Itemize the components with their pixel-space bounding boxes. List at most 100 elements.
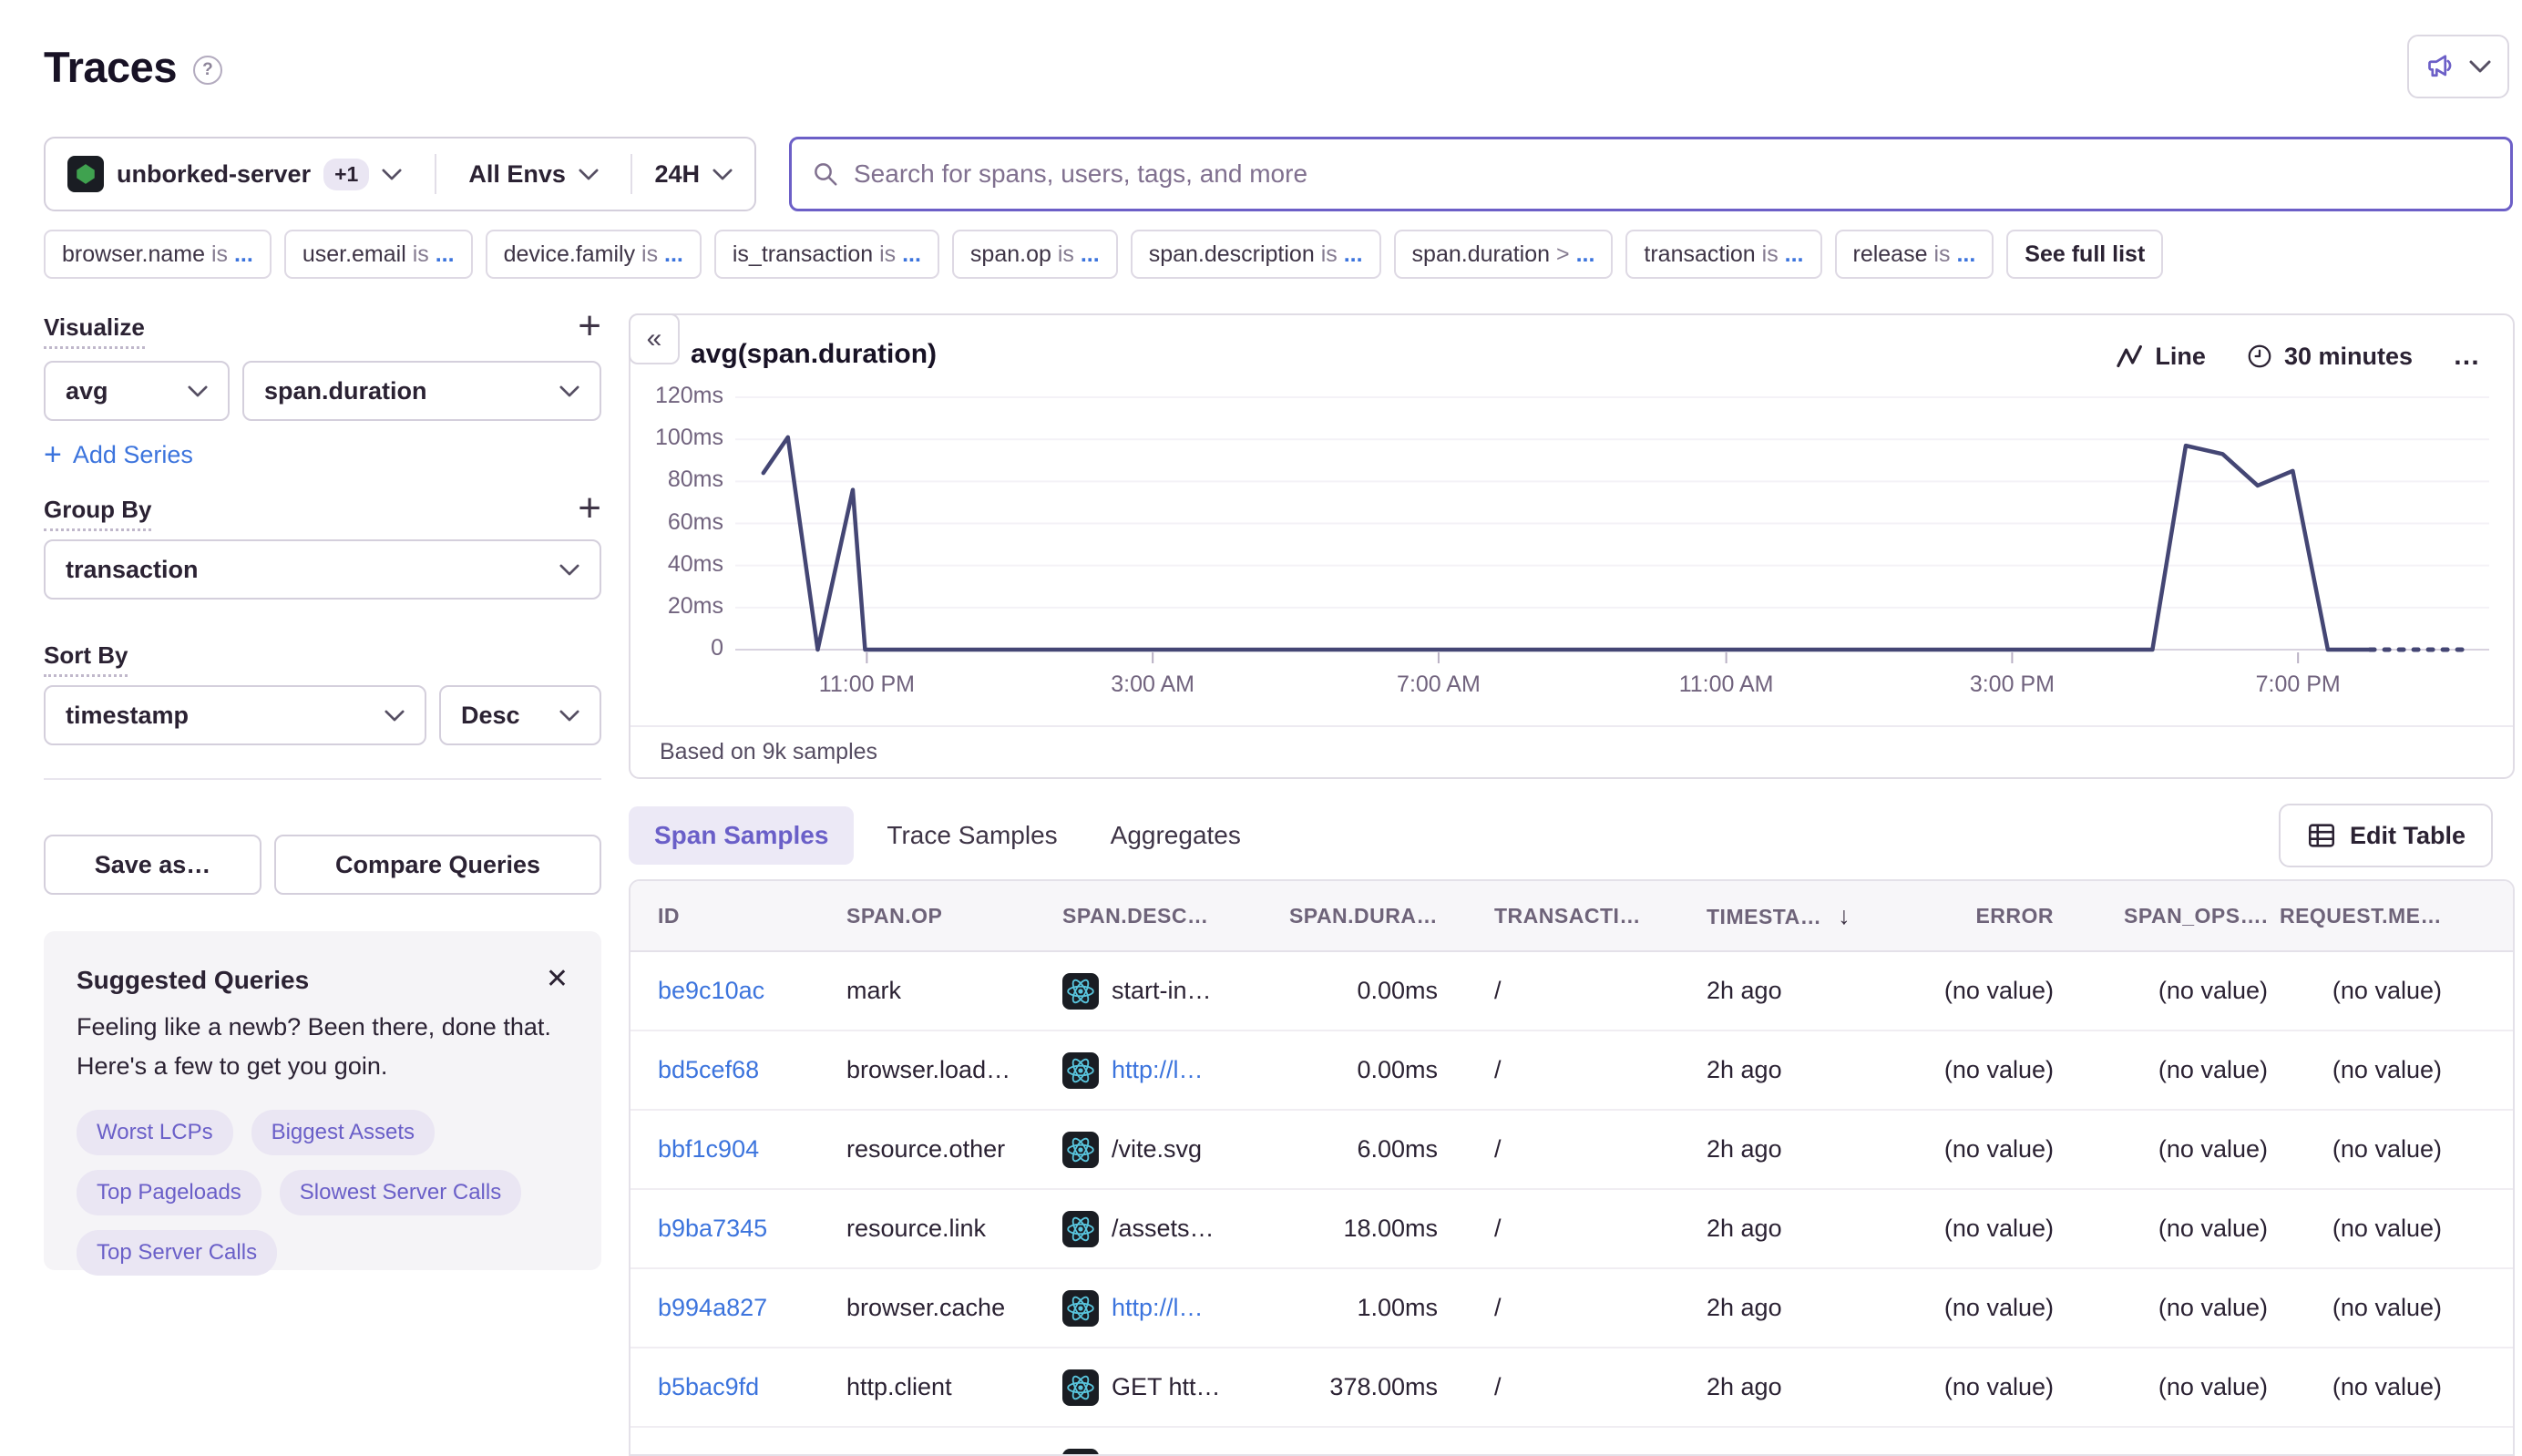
column-header[interactable]: ID xyxy=(658,904,846,928)
date-range-selector[interactable]: 24H xyxy=(632,138,754,210)
chart-type-button[interactable]: Line xyxy=(2117,343,2206,371)
sort-field-select[interactable]: timestamp xyxy=(44,685,426,745)
chevron-down-icon xyxy=(559,385,579,397)
span-id-link[interactable]: b41bfb26 xyxy=(658,1452,761,1456)
chart-interval-button[interactable]: 30 minutes xyxy=(2246,343,2413,371)
cell-span-op: resource.ifra… xyxy=(846,1452,1062,1456)
sort-direction-value: Desc xyxy=(461,702,520,730)
column-header[interactable]: TRANSACTI… xyxy=(1438,904,1707,928)
cell-timestamp: 2h ago xyxy=(1707,1056,1932,1084)
chip-value: ... xyxy=(1785,241,1804,268)
y-axis-label: 120ms xyxy=(630,383,723,409)
timestamp-value[interactable]: 2h ago xyxy=(1707,1452,1782,1456)
span-description-text[interactable]: https://… xyxy=(1112,1452,1210,1456)
save-as-button[interactable]: Save as… xyxy=(44,835,261,895)
suggested-query-pill[interactable]: Slowest Server Calls xyxy=(280,1170,521,1215)
tab-aggregates[interactable]: Aggregates xyxy=(1091,806,1261,865)
column-header[interactable]: TIMESTA…↓ xyxy=(1707,902,1932,930)
chip-key: browser.name xyxy=(62,241,205,268)
filter-chip-release[interactable]: release is ... xyxy=(1835,230,1994,279)
timestamp-value[interactable]: 2h ago xyxy=(1707,977,1782,1005)
span-description-text[interactable]: start-in… xyxy=(1112,977,1212,1005)
cell-request-method: (no value) xyxy=(2268,977,2442,1005)
add-group-by-button[interactable]: + xyxy=(578,488,601,528)
edit-table-button[interactable]: Edit Table xyxy=(2279,804,2493,867)
timestamp-value[interactable]: 2h ago xyxy=(1707,1056,1782,1084)
span-description-text[interactable]: http://l… xyxy=(1112,1056,1204,1084)
chip-key: release xyxy=(1853,241,1928,268)
field-select[interactable]: span.duration xyxy=(242,361,601,421)
sort-desc-icon[interactable]: ↓ xyxy=(1838,902,1850,929)
project-selector[interactable]: unborked-server +1 xyxy=(46,138,435,210)
table-row: bbf1c904resource.other/vite.svg6.00ms/2h… xyxy=(630,1111,2513,1190)
suggested-query-pill[interactable]: Top Server Calls xyxy=(77,1230,277,1276)
chart-plot-area[interactable] xyxy=(735,384,2489,666)
filter-chip-span.description[interactable]: span.description is ... xyxy=(1131,230,1381,279)
compare-queries-button[interactable]: Compare Queries xyxy=(274,835,601,895)
timestamp-value[interactable]: 2h ago xyxy=(1707,1215,1782,1243)
cell-error: (no value) xyxy=(1932,1215,2054,1243)
column-header[interactable]: ERROR xyxy=(1932,904,2054,928)
span-description-text[interactable]: /assets… xyxy=(1112,1215,1215,1243)
span-id-link[interactable]: b994a827 xyxy=(658,1294,767,1321)
chip-operator: is xyxy=(873,241,902,268)
timestamp-value[interactable]: 2h ago xyxy=(1707,1294,1782,1322)
add-series-button[interactable]: + Add Series xyxy=(44,437,601,473)
filter-chip-browser.name[interactable]: browser.name is ... xyxy=(44,230,272,279)
sort-direction-select[interactable]: Desc xyxy=(439,685,601,745)
group-by-select[interactable]: transaction xyxy=(44,539,601,600)
search-input[interactable] xyxy=(854,159,2490,189)
megaphone-icon xyxy=(2425,50,2458,83)
cell-span-description: start-in… xyxy=(1062,973,1280,1010)
whats-new-button[interactable] xyxy=(2407,35,2509,98)
suggested-query-pill[interactable]: Worst LCPs xyxy=(77,1110,233,1155)
filter-chip-span.duration[interactable]: span.duration > ... xyxy=(1394,230,1614,279)
cell-transaction: / xyxy=(1438,1056,1707,1084)
react-icon xyxy=(1062,1369,1099,1406)
chip-operator: > xyxy=(1550,241,1576,268)
span-description-text[interactable]: GET htt… xyxy=(1112,1373,1221,1401)
timestamp-value[interactable]: 2h ago xyxy=(1707,1135,1782,1164)
collapse-sidebar-button[interactable]: « xyxy=(629,313,680,364)
span-id-link[interactable]: be9c10ac xyxy=(658,977,764,1004)
close-icon[interactable]: ✕ xyxy=(546,966,569,993)
filter-chip-device.family[interactable]: device.family is ... xyxy=(486,230,702,279)
span-id-link[interactable]: bbf1c904 xyxy=(658,1135,759,1163)
timestamp-value[interactable]: 2h ago xyxy=(1707,1373,1782,1401)
aggregate-select[interactable]: avg xyxy=(44,361,230,421)
group-by-value: transaction xyxy=(66,556,199,584)
filter-chip-user.email[interactable]: user.email is ... xyxy=(284,230,473,279)
cell-request-method: (no value) xyxy=(2268,1373,2442,1401)
column-header[interactable]: REQUEST.ME… xyxy=(2268,904,2442,928)
cell-span-description: https://… xyxy=(1062,1449,1280,1456)
cell-span-op: http.client xyxy=(846,1373,1062,1401)
span-description-text[interactable]: http://l… xyxy=(1112,1294,1204,1322)
column-header[interactable]: SPAN_OPS…. xyxy=(2054,904,2268,928)
add-series-label: Add Series xyxy=(73,441,193,469)
chart-overflow-menu[interactable]: … xyxy=(2453,341,2482,372)
span-id-link[interactable]: bd5cef68 xyxy=(658,1056,759,1083)
help-icon[interactable]: ? xyxy=(193,56,222,85)
tab-trace-samples[interactable]: Trace Samples xyxy=(866,806,1077,865)
see-full-list-button[interactable]: See full list xyxy=(2006,230,2163,279)
column-header[interactable]: SPAN.OP xyxy=(846,904,1062,928)
tab-span-samples[interactable]: Span Samples xyxy=(629,806,854,865)
filter-chip-span.op[interactable]: span.op is ... xyxy=(952,230,1118,279)
suggested-query-pill[interactable]: Top Pageloads xyxy=(77,1170,261,1215)
date-range-value: 24H xyxy=(654,160,700,189)
filter-chip-is_transaction[interactable]: is_transaction is ... xyxy=(714,230,939,279)
span-description-text[interactable]: /vite.svg xyxy=(1112,1135,1202,1164)
column-header[interactable]: SPAN.DESC… xyxy=(1062,904,1280,928)
chip-operator: is xyxy=(1315,241,1344,268)
column-header[interactable]: SPAN.DURA… xyxy=(1280,904,1438,928)
search-bar[interactable] xyxy=(789,137,2513,211)
add-visualize-button[interactable]: + xyxy=(578,306,601,346)
filter-chip-transaction[interactable]: transaction is ... xyxy=(1625,230,1821,279)
span-id-link[interactable]: b9ba7345 xyxy=(658,1215,767,1242)
cell-error: (no value) xyxy=(1932,1135,2054,1164)
environment-value: All Envs xyxy=(468,160,566,189)
environment-selector[interactable]: All Envs xyxy=(436,138,631,210)
span-id-link[interactable]: b5bac9fd xyxy=(658,1373,759,1400)
suggested-query-pill[interactable]: Biggest Assets xyxy=(251,1110,435,1155)
cell-span-duration: 1.00ms xyxy=(1280,1294,1438,1322)
